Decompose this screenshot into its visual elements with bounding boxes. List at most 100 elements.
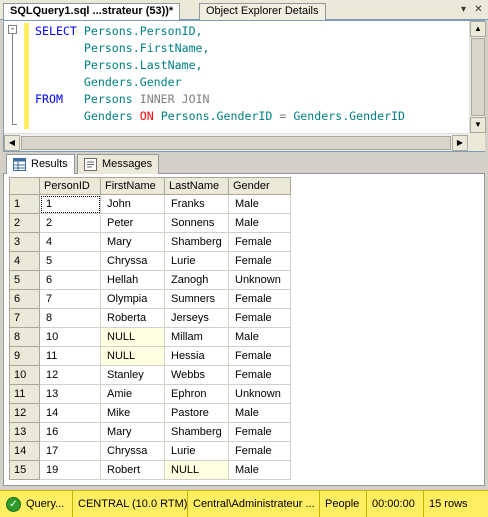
cell-lastname[interactable]: Shamberg <box>164 422 229 442</box>
table-row[interactable]: 1 1 John Franks Male <box>9 194 291 214</box>
cell-firstname[interactable]: Olympia <box>100 289 165 309</box>
cell-firstname[interactable]: Peter <box>100 213 165 233</box>
table-row[interactable]: 3 4 Mary Shamberg Female <box>9 232 291 252</box>
row-number[interactable]: 10 <box>9 365 40 385</box>
row-number[interactable]: 13 <box>9 422 40 442</box>
cell-firstname[interactable]: John <box>100 194 165 214</box>
cell-firstname[interactable]: Hellah <box>100 270 165 290</box>
row-number[interactable]: 5 <box>9 270 40 290</box>
cell-personid[interactable]: 19 <box>39 460 101 480</box>
tab-results[interactable]: Results <box>6 154 75 175</box>
collapse-icon[interactable]: - <box>8 25 17 34</box>
cell-gender[interactable]: Male <box>228 327 291 347</box>
tab-sqlquery1[interactable]: SQLQuery1.sql ...strateur (53))* <box>3 3 181 20</box>
tab-messages[interactable]: Messages <box>77 154 160 174</box>
cell-firstname[interactable]: Amie <box>100 384 165 404</box>
row-number[interactable]: 14 <box>9 441 40 461</box>
cell-lastname[interactable]: Franks <box>164 194 229 214</box>
table-row[interactable]: 8 10 NULL Millam Male <box>9 327 291 347</box>
row-number[interactable]: 12 <box>9 403 40 423</box>
cell-personid[interactable]: 6 <box>39 270 101 290</box>
cell-lastname[interactable]: NULL <box>164 460 229 480</box>
cell-firstname[interactable]: NULL <box>100 346 165 366</box>
query-editor[interactable]: - SELECT Persons.PersonID, Persons.First… <box>3 20 486 152</box>
cell-lastname[interactable]: Sonnens <box>164 213 229 233</box>
scroll-right-icon[interactable]: ▶ <box>452 135 468 151</box>
cell-firstname[interactable]: Roberta <box>100 308 165 328</box>
cell-gender[interactable]: Female <box>228 289 291 309</box>
table-row[interactable]: 10 12 Stanley Webbs Female <box>9 365 291 385</box>
editor-horizontal-scrollbar[interactable]: ◀ ▶ <box>4 133 469 151</box>
row-header-corner[interactable] <box>9 177 40 195</box>
cell-personid[interactable]: 7 <box>39 289 101 309</box>
table-row[interactable]: 15 19 Robert NULL Male <box>9 460 291 480</box>
table-row[interactable]: 5 6 Hellah Zanogh Unknown <box>9 270 291 290</box>
results-grid[interactable]: PersonID FirstName LastName Gender 1 1 Joh… <box>9 177 291 480</box>
table-row[interactable]: 12 14 Mike Pastore Male <box>9 403 291 423</box>
cell-gender[interactable]: Female <box>228 422 291 442</box>
vertical-scroll-thumb[interactable] <box>471 38 485 116</box>
cell-gender[interactable]: Male <box>228 213 291 233</box>
row-number[interactable]: 4 <box>9 251 40 271</box>
tab-object-explorer-details[interactable]: Object Explorer Details <box>199 3 326 20</box>
cell-firstname[interactable]: Mary <box>100 232 165 252</box>
dropdown-arrow-icon[interactable]: ▾ <box>457 4 470 16</box>
table-row[interactable]: 9 11 NULL Hessia Female <box>9 346 291 366</box>
cell-gender[interactable]: Male <box>228 403 291 423</box>
cell-personid[interactable]: 5 <box>39 251 101 271</box>
scroll-left-icon[interactable]: ◀ <box>4 135 20 151</box>
row-number[interactable]: 2 <box>9 213 40 233</box>
table-row[interactable]: 6 7 Olympia Sumners Female <box>9 289 291 309</box>
editor-vertical-scrollbar[interactable]: ▲ ▼ <box>469 21 486 133</box>
row-number[interactable]: 1 <box>9 194 40 214</box>
cell-gender[interactable]: Female <box>228 251 291 271</box>
cell-firstname[interactable]: Chryssa <box>100 251 165 271</box>
cell-firstname[interactable]: Chryssa <box>100 441 165 461</box>
table-row[interactable]: 13 16 Mary Shamberg Female <box>9 422 291 442</box>
horizontal-scroll-thumb[interactable] <box>21 136 451 150</box>
table-row[interactable]: 7 8 Roberta Jerseys Female <box>9 308 291 328</box>
column-header-personid[interactable]: PersonID <box>39 177 101 195</box>
table-row[interactable]: 2 2 Peter Sonnens Male <box>9 213 291 233</box>
cell-firstname[interactable]: Stanley <box>100 365 165 385</box>
cell-gender[interactable]: Male <box>228 194 291 214</box>
cell-gender[interactable]: Unknown <box>228 270 291 290</box>
row-number[interactable]: 9 <box>9 346 40 366</box>
cell-personid[interactable]: 10 <box>39 327 101 347</box>
cell-lastname[interactable]: Webbs <box>164 365 229 385</box>
row-number[interactable]: 6 <box>9 289 40 309</box>
cell-lastname[interactable]: Hessia <box>164 346 229 366</box>
cell-gender[interactable]: Female <box>228 346 291 366</box>
cell-personid[interactable]: 1 <box>39 194 101 214</box>
cell-gender[interactable]: Female <box>228 232 291 252</box>
cell-firstname[interactable]: Robert <box>100 460 165 480</box>
cell-firstname[interactable]: NULL <box>100 327 165 347</box>
cell-personid[interactable]: 17 <box>39 441 101 461</box>
cell-lastname[interactable]: Zanogh <box>164 270 229 290</box>
cell-personid[interactable]: 14 <box>39 403 101 423</box>
cell-gender[interactable]: Male <box>228 460 291 480</box>
table-row[interactable]: 11 13 Amie Ephron Unknown <box>9 384 291 404</box>
cell-lastname[interactable]: Sumners <box>164 289 229 309</box>
cell-personid[interactable]: 12 <box>39 365 101 385</box>
row-number[interactable]: 7 <box>9 308 40 328</box>
cell-lastname[interactable]: Lurie <box>164 251 229 271</box>
cell-lastname[interactable]: Lurie <box>164 441 229 461</box>
cell-lastname[interactable]: Jerseys <box>164 308 229 328</box>
cell-lastname[interactable]: Ephron <box>164 384 229 404</box>
cell-personid[interactable]: 16 <box>39 422 101 442</box>
cell-personid[interactable]: 11 <box>39 346 101 366</box>
cell-lastname[interactable]: Millam <box>164 327 229 347</box>
row-number[interactable]: 15 <box>9 460 40 480</box>
row-number[interactable]: 8 <box>9 327 40 347</box>
scroll-down-icon[interactable]: ▼ <box>470 117 486 133</box>
scroll-up-icon[interactable]: ▲ <box>470 21 486 37</box>
cell-gender[interactable]: Female <box>228 441 291 461</box>
cell-personid[interactable]: 2 <box>39 213 101 233</box>
cell-lastname[interactable]: Shamberg <box>164 232 229 252</box>
cell-personid[interactable]: 13 <box>39 384 101 404</box>
column-header-lastname[interactable]: LastName <box>164 177 229 195</box>
cell-firstname[interactable]: Mike <box>100 403 165 423</box>
cell-gender[interactable]: Female <box>228 308 291 328</box>
close-icon[interactable]: ✕ <box>472 4 485 16</box>
